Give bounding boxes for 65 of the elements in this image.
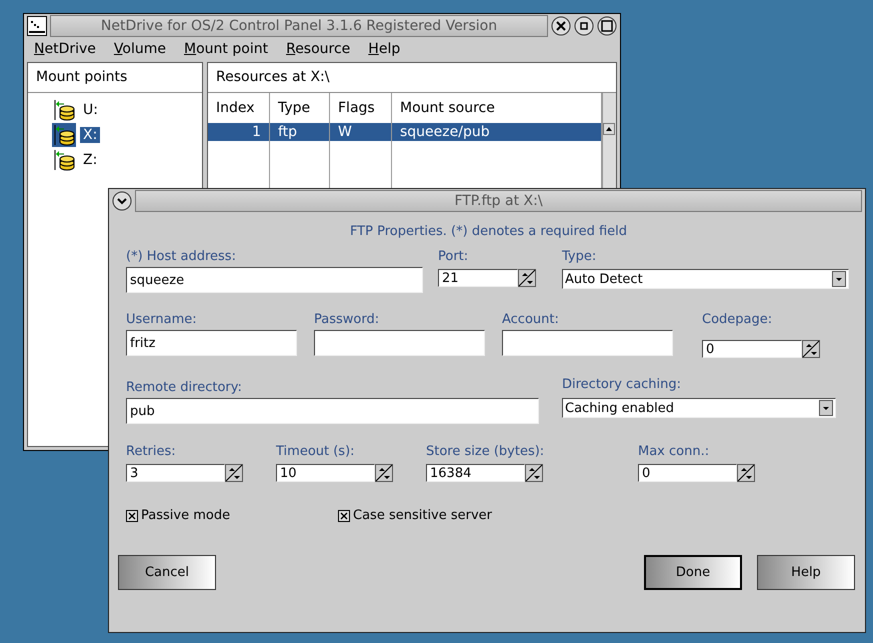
checkbox[interactable]: [338, 510, 350, 522]
spin-button[interactable]: [375, 464, 393, 482]
menu-item[interactable]: Resource: [286, 41, 350, 59]
field-label: Type:: [562, 248, 598, 266]
panel-title: Mount points: [28, 63, 202, 93]
spin-button[interactable]: [518, 269, 536, 287]
field-label: Account:: [502, 311, 560, 329]
menu-item[interactable]: Volume: [114, 41, 166, 59]
table-cell[interactable]: 1: [208, 123, 270, 141]
drive-icon[interactable]: [52, 148, 76, 172]
spin-field[interactable]: 3: [126, 464, 225, 482]
spin-field[interactable]: 0: [638, 464, 737, 482]
field-label: (*) Host address:: [126, 248, 237, 266]
maximize-icon[interactable]: [597, 16, 617, 36]
push-button[interactable]: Cancel: [118, 555, 216, 590]
spin-button[interactable]: [802, 340, 820, 358]
input-field[interactable]: [314, 330, 485, 356]
app-icon[interactable]: [27, 16, 47, 36]
menu-item[interactable]: Mount point: [184, 41, 268, 59]
panel-title: Resources at X:\: [208, 63, 616, 93]
table-cell[interactable]: ftp: [270, 123, 330, 141]
field-label: Store size (bytes):: [426, 443, 543, 461]
collapse-icon[interactable]: [112, 191, 132, 211]
window-title: NetDrive for OS/2 Control Panel 3.1.6 Registered Version: [50, 15, 548, 37]
close-icon[interactable]: [551, 16, 571, 36]
spin-button[interactable]: [225, 464, 243, 482]
dropdown[interactable]: Caching enabled: [562, 398, 836, 418]
spin-button[interactable]: [525, 464, 543, 482]
checkbox[interactable]: [126, 510, 138, 522]
table-cell[interactable]: squeeze/pub: [392, 123, 602, 141]
window-title: FTP.ftp at X:\: [135, 190, 862, 212]
field-label: Timeout (s):: [276, 443, 356, 461]
spin-field[interactable]: 10: [276, 464, 375, 482]
minimize-icon[interactable]: [574, 16, 594, 36]
input-field[interactable]: fritz: [126, 330, 297, 356]
field-label: Max conn.:: [638, 443, 710, 461]
push-button[interactable]: Done: [644, 555, 742, 590]
field-label: Codepage:: [702, 311, 774, 329]
input-field[interactable]: [502, 330, 673, 356]
field-label: Retries:: [126, 443, 177, 461]
field-label: Remote directory:: [126, 379, 243, 397]
table-cell[interactable]: W: [330, 123, 392, 141]
field-label: Port:: [438, 248, 470, 266]
drive-icon[interactable]: [52, 122, 76, 146]
menu-item[interactable]: Help: [368, 41, 400, 59]
field-label: Password:: [314, 311, 380, 329]
field-label: Directory caching:: [562, 376, 682, 394]
tree-item[interactable]: Z:: [80, 152, 100, 168]
menu-item[interactable]: NetDrive: [34, 41, 96, 59]
scroll-up-icon[interactable]: [603, 123, 615, 135]
dropdown[interactable]: Auto Detect: [562, 269, 849, 289]
form-heading: FTP Properties. (*) denotes a required field: [348, 223, 628, 241]
tree-item[interactable]: U:: [80, 102, 101, 118]
drive-icon[interactable]: [52, 98, 76, 122]
spin-field[interactable]: 0: [702, 340, 802, 358]
input-field[interactable]: squeeze: [126, 267, 423, 293]
spin-field[interactable]: 21: [438, 269, 518, 287]
input-field[interactable]: pub: [126, 398, 539, 424]
field-label: Username:: [126, 311, 198, 329]
checkbox-label[interactable]: Passive mode: [141, 508, 230, 523]
spin-button[interactable]: [737, 464, 755, 482]
tree-item[interactable]: X:: [80, 126, 100, 142]
spin-field[interactable]: 16384: [426, 464, 525, 482]
checkbox-label[interactable]: Case sensitive server: [353, 508, 492, 523]
push-button[interactable]: Help: [757, 555, 855, 590]
